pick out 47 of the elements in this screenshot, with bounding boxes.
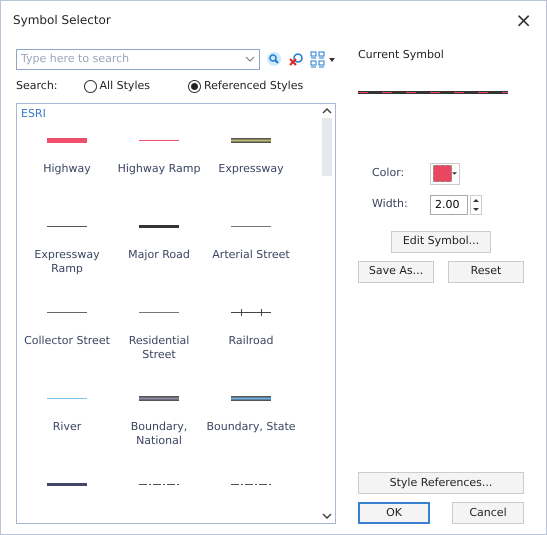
symbol-label[interactable]: Collector Street xyxy=(21,334,113,348)
group-header: ESRI xyxy=(21,106,47,122)
search-field[interactable]: Type here to search xyxy=(16,48,260,70)
grid-view-icon xyxy=(310,50,336,68)
line-symbol[interactable] xyxy=(231,394,271,402)
style-references-button[interactable]: Style References... xyxy=(358,472,524,494)
cancel-button[interactable]: Cancel xyxy=(452,502,524,524)
symbol-label[interactable]: River xyxy=(21,420,113,434)
radio-option[interactable]: Referenced Styles xyxy=(188,78,304,94)
scrollbar-thumb[interactable] xyxy=(322,118,332,176)
save-as-button[interactable]: Save As... xyxy=(358,260,434,282)
line-symbol[interactable] xyxy=(231,136,271,144)
color-picker[interactable] xyxy=(430,162,460,184)
symbol-label[interactable]: Railroad xyxy=(205,334,297,348)
chevron-down-icon xyxy=(322,513,332,519)
width-label: Width: xyxy=(372,196,409,212)
symbol-label[interactable]: Arterial Street xyxy=(205,248,297,262)
view-options-button[interactable] xyxy=(310,50,336,68)
line-symbol[interactable] xyxy=(231,308,271,316)
clear-search-button[interactable] xyxy=(288,51,304,67)
symbol-label[interactable]: Residential Street xyxy=(113,334,205,362)
search-label: Search: xyxy=(16,78,58,94)
radio-option[interactable]: All Styles xyxy=(84,78,150,94)
symbol-label[interactable]: Highway Ramp xyxy=(113,162,205,176)
chevron-down-icon xyxy=(245,56,255,62)
color-label: Color: xyxy=(372,165,406,182)
current-symbol-label: Current Symbol xyxy=(358,47,445,63)
search-button[interactable] xyxy=(266,51,282,67)
caret-down-icon xyxy=(473,208,479,210)
window-title: Symbol Selector xyxy=(13,12,111,29)
symbol-label[interactable]: Boundary, State xyxy=(205,420,297,434)
edit-symbol-button[interactable]: Edit Symbol... xyxy=(391,230,491,252)
symbol-label[interactable]: Boundary, National xyxy=(113,420,205,448)
symbol-label[interactable]: Expressway xyxy=(205,162,297,176)
line-symbol[interactable] xyxy=(139,394,179,402)
caret-icon xyxy=(452,172,457,175)
symbol-label[interactable]: Highway xyxy=(21,162,113,176)
symbol-label[interactable]: Major Road xyxy=(113,248,205,262)
reset-button[interactable]: Reset xyxy=(448,260,524,282)
symbol-label[interactable]: Expressway Ramp xyxy=(21,248,113,276)
width-field[interactable]: 2.00 xyxy=(430,194,468,214)
search-icon xyxy=(266,51,282,67)
chevron-up-icon xyxy=(322,108,332,114)
close-button[interactable]: × xyxy=(511,10,536,30)
clear-search-icon xyxy=(288,51,304,67)
ok-button[interactable]: OK xyxy=(358,502,430,524)
caret-up-icon xyxy=(473,198,479,202)
